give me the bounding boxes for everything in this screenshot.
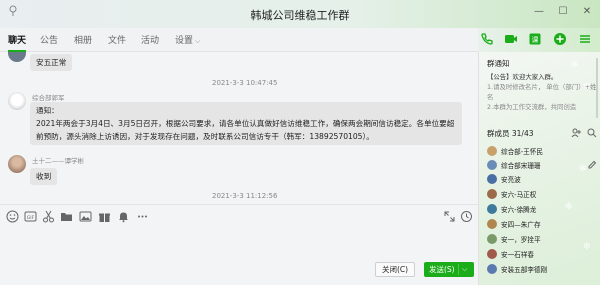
avatar — [487, 204, 497, 214]
members-count: 31/43 — [511, 129, 534, 138]
folder-icon[interactable] — [60, 210, 73, 223]
window-controls: — ☐ ✕ — [532, 4, 594, 18]
notice-line: 1.请及时修改名片， 单位（部门）+姓名 — [487, 83, 597, 101]
avatar — [487, 160, 497, 170]
input-toolbar: GIF — [0, 204, 478, 228]
message-bubble[interactable]: 安五正常 — [30, 54, 73, 71]
member-name: 综合部宋珊珊 — [501, 162, 541, 170]
group-notice[interactable]: 【公告】欢迎大家入群。 1.请及时修改名片， 单位（部门）+姓名 2.本群为工作… — [487, 72, 597, 112]
member-item[interactable]: 安六-马正权 — [487, 187, 536, 201]
members-header: 群成员 31/43 — [487, 128, 534, 139]
avatar[interactable] — [8, 52, 26, 62]
member-item[interactable]: 安四—朱广存 — [487, 217, 541, 231]
member-name: 安装五部李德刚 — [501, 266, 548, 274]
chat-window: 韩城公司维稳工作群 — ☐ ✕ 聊天 公告 相册 文件 活动 设置 ⌵ 课 安五正… — [0, 0, 600, 285]
notice-line: 【公告】欢迎大家入群。 — [487, 73, 558, 81]
image-icon[interactable] — [79, 210, 92, 223]
minimize-icon[interactable]: — — [532, 4, 546, 18]
divider — [458, 264, 459, 275]
emoji-icon[interactable] — [6, 210, 19, 223]
more-icon[interactable] — [136, 210, 149, 223]
whiteboard-icon[interactable]: 课 — [528, 32, 542, 46]
member-name: 综合部-王怀民 — [501, 148, 543, 156]
edit-icon[interactable] — [587, 160, 597, 170]
send-button[interactable]: 发送(S) ⌵ — [424, 262, 474, 277]
maximize-icon[interactable]: ☐ — [556, 4, 570, 18]
chevron-down-icon[interactable]: ⌵ — [462, 262, 467, 277]
close-icon[interactable]: ✕ — [580, 4, 594, 18]
notice-title: 群通知 — [487, 59, 510, 68]
close-button[interactable]: 关闭(C) — [375, 262, 415, 277]
message-bubble[interactable]: 通知： 2021年两会于3月4日、3月5日召开，根据公司要求，请各单位认真做好信… — [30, 102, 462, 145]
avatar[interactable] — [8, 92, 26, 110]
avatar — [487, 219, 497, 229]
member-name: 安四—朱广存 — [501, 221, 541, 229]
tab-album[interactable]: 相册 — [74, 33, 92, 46]
tab-bar: 聊天 公告 相册 文件 活动 设置 ⌵ — [0, 28, 478, 52]
tab-chat[interactable]: 聊天 — [8, 33, 27, 52]
member-item[interactable]: 安六-徐腾龙 — [487, 202, 536, 216]
snowflake-icon: ✻ — [571, 60, 579, 70]
tab-notice[interactable]: 公告 — [40, 33, 58, 46]
add-member-icon[interactable] — [571, 128, 581, 138]
scissors-icon[interactable] — [42, 210, 55, 223]
tab-settings[interactable]: 设置 ⌵ — [175, 33, 200, 46]
avatar — [487, 249, 497, 259]
notice-line: 2.本群为工作交流群，共同创造 — [487, 103, 577, 111]
expand-icon[interactable] — [443, 210, 456, 223]
svg-text:课: 课 — [532, 35, 539, 44]
snowflake-icon: ✻ — [583, 242, 591, 252]
member-name: 安六-徐腾龙 — [501, 206, 537, 214]
member-item[interactable]: 安一，罗拴平 — [487, 232, 541, 246]
message-timestamp: 2021-3-3 10:47:45 — [212, 79, 278, 87]
member-name: 安一，罗拴平 — [501, 236, 541, 244]
more-icon[interactable] — [578, 32, 592, 46]
sender-name: 土十二——谭学彬 — [32, 157, 84, 165]
message-timestamp: 2021-3-3 11:12:56 — [212, 192, 278, 200]
avatar — [487, 146, 497, 156]
window-title: 韩城公司维稳工作群 — [250, 9, 350, 22]
avatar — [487, 234, 497, 244]
send-button-label: 发送(S) — [429, 265, 455, 274]
message-bubble[interactable]: 收到 — [30, 168, 58, 185]
sender-name: 综合部郭军 — [32, 94, 65, 102]
tab-files[interactable]: 文件 — [108, 33, 126, 46]
member-item[interactable]: 安亮波 — [487, 172, 521, 186]
group-info-panel: ✻ ✻ ✻ ✻ ✻ ✻ 群通知 【公告】欢迎大家入群。 1.请及时修改名片， 单… — [478, 52, 600, 285]
members-title: 群成员 — [487, 129, 510, 138]
member-item[interactable]: 综合部-王怀民 — [487, 144, 543, 158]
gift-icon[interactable] — [98, 210, 111, 223]
member-name: 安六-马正权 — [501, 191, 537, 199]
snowflake-icon: ✻ — [579, 164, 587, 174]
chevron-down-icon: ⌵ — [195, 37, 201, 45]
svg-text:GIF: GIF — [27, 215, 35, 221]
tab-settings-label: 设置 — [175, 36, 194, 46]
member-item[interactable]: 安一石祥春 — [487, 247, 534, 261]
avatar — [487, 189, 497, 199]
history-icon[interactable] — [460, 210, 473, 223]
member-name: 安一石祥春 — [501, 251, 534, 259]
member-item[interactable]: 安装五部李德刚 — [487, 262, 547, 276]
add-icon[interactable] — [553, 32, 567, 46]
header-actions: 课 — [478, 28, 600, 52]
chat-area[interactable]: 安五正常 2021-3-3 10:47:45 综合部郭军 通知： 2021年两会… — [0, 52, 478, 204]
avatar[interactable] — [8, 155, 26, 173]
member-item[interactable]: 综合部宋珊珊 — [487, 158, 541, 172]
snowflake-icon: ✻ — [565, 202, 573, 212]
tab-activity[interactable]: 活动 — [141, 33, 159, 46]
phone-icon[interactable] — [480, 32, 494, 46]
bell-icon[interactable] — [117, 210, 130, 223]
avatar — [487, 174, 497, 184]
gif-icon[interactable]: GIF — [24, 210, 37, 223]
avatar — [487, 264, 497, 274]
search-icon[interactable] — [587, 128, 597, 138]
video-icon[interactable] — [504, 32, 518, 46]
member-name: 安亮波 — [501, 176, 521, 184]
title-bar: 韩城公司维稳工作群 — ☐ ✕ — [0, 0, 600, 28]
